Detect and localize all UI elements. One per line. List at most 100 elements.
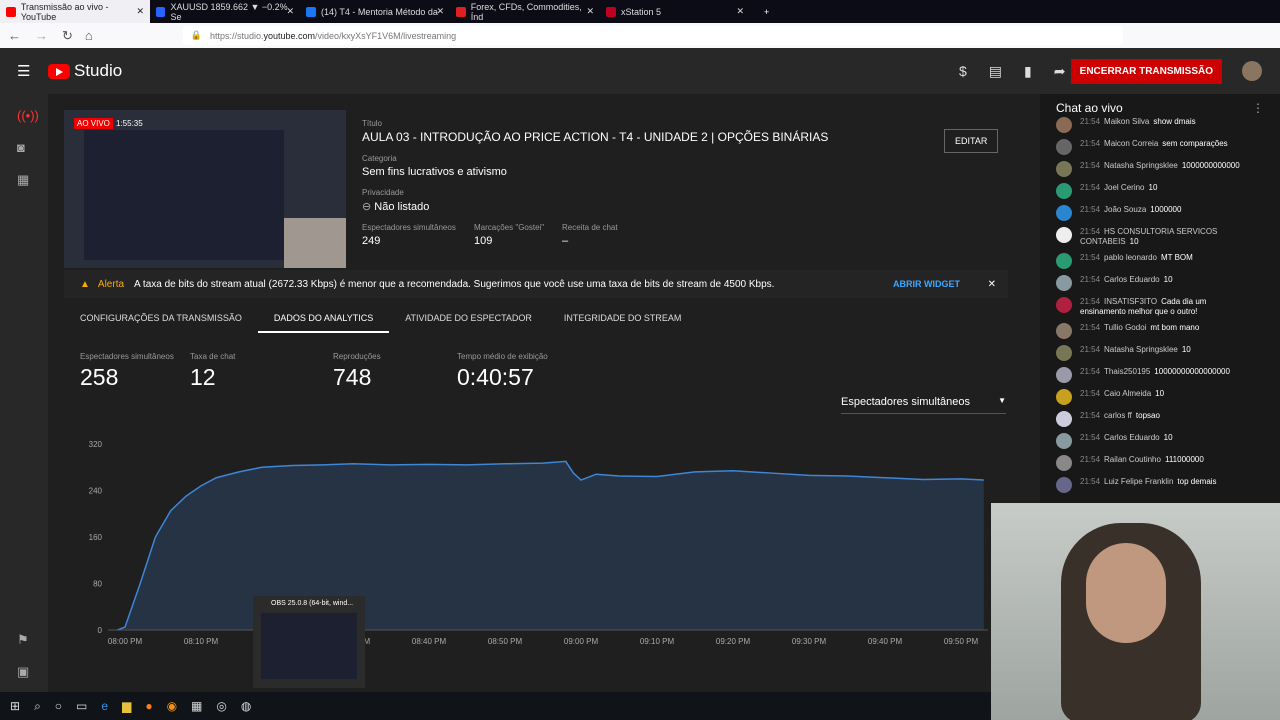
tab-analytics[interactable]: DADOS DO ANALYTICS (257, 306, 390, 333)
chat-author: Natasha Springsklee (1104, 345, 1178, 354)
webcam-overlay (991, 503, 1280, 720)
calendar-icon[interactable]: ▦ (17, 172, 29, 188)
monetization-icon[interactable]: $ (959, 63, 967, 80)
close-tab-icon[interactable]: ✕ (136, 6, 144, 17)
chat-author: Thais250195 (1104, 367, 1151, 376)
browser-tab[interactable]: xStation 5 ✕ (600, 0, 750, 23)
url-prefix: https://studio. (209, 30, 264, 41)
tab-viewer-activity[interactable]: ATIVIDADE DO ESPECTADOR (389, 306, 548, 333)
metric-dropdown[interactable]: Espectadores simultâneos ▼ (841, 396, 1006, 414)
chat-time: 21:54 (1080, 455, 1101, 464)
y-tick-label: 240 (89, 487, 103, 496)
bookmark-icon[interactable]: ▮ (1024, 63, 1032, 80)
address-bar-row: ← → ↻ ⌂ 🔒 https://studio.youtube.com/vid… (0, 23, 1280, 48)
favicon-icon (606, 6, 616, 17)
warning-icon: ▲ (80, 278, 90, 290)
windows-start-icon[interactable]: ⊞ (10, 699, 20, 713)
url-path: /video/kxyXsYF1V6M/livestreaming (315, 30, 457, 41)
stream-preview[interactable]: AO VIVO 1:55:35 (64, 110, 346, 268)
calculator-icon[interactable]: ▦ (191, 699, 202, 713)
avatar (1056, 477, 1072, 493)
lock-icon: 🔒 (190, 30, 202, 40)
end-stream-button[interactable]: ENCERRAR TRANSMISSÃO (1070, 58, 1222, 84)
chat-author: Natasha Springsklee (1104, 161, 1178, 170)
browser-tab[interactable]: Forex, CFDs, Commodities, Índ ✕ (450, 0, 600, 23)
cortana-icon[interactable]: ○ (55, 699, 62, 713)
chat-message: 21:54 Caio Almeida 10 (1040, 386, 1252, 408)
home-icon[interactable]: ⌂ (85, 28, 93, 43)
studio-logo[interactable]: Studio (48, 61, 122, 81)
search-icon[interactable]: ⌕ (34, 699, 41, 714)
forward-icon[interactable]: → (35, 28, 48, 43)
chat-time: 21:54 (1080, 183, 1101, 192)
metric-value: 258 (80, 364, 119, 390)
edge-icon[interactable]: e (101, 699, 108, 713)
favicon-icon (156, 6, 166, 17)
chat-text: 1000000000000 (1181, 161, 1240, 170)
x-tick-label: 09:20 PM (716, 637, 751, 646)
close-icon[interactable]: ✕ (988, 279, 996, 290)
url-input[interactable]: 🔒 https://studio.youtube.com/video/kxyXs… (182, 26, 1123, 45)
metric-label: Espectadores simultâneos (80, 352, 174, 361)
avatar (1056, 227, 1072, 243)
chat-message: 21:54 João Souza 1000000 (1040, 202, 1252, 224)
camera-icon[interactable]: ◙ (17, 140, 25, 155)
back-icon[interactable]: ← (8, 28, 21, 43)
tab-stream-health[interactable]: INTEGRIDADE DO STREAM (548, 306, 698, 333)
open-widget-link[interactable]: ABRIR WIDGET (893, 279, 960, 289)
revenue-label: Receita de chat (562, 223, 618, 232)
share-icon[interactable]: ➦ (1054, 63, 1066, 80)
metric-label: Tempo médio de exibição (457, 352, 548, 361)
y-tick-label: 320 (89, 440, 103, 449)
app-icon[interactable]: ◍ (241, 699, 251, 713)
reload-icon[interactable]: ↻ (62, 28, 73, 44)
chat-messages[interactable]: 21:54 Maikon Silva show dmais 21:54 Maicon C… (1040, 114, 1252, 499)
feedback-icon[interactable]: ⚑ (17, 632, 29, 648)
chat-author: Railan Coutinho (1104, 455, 1161, 464)
chat-message: 21:54 Carlos Eduardo 10 (1040, 430, 1252, 452)
chat-time: 21:54 (1080, 477, 1101, 486)
clapperboard-icon[interactable]: ▤ (989, 63, 1002, 80)
viewers-chart: 32024016080008:00 PM08:10 PM08:20 PM08:3… (89, 440, 988, 646)
main-content: AO VIVO 1:55:35 Título AULA 03 - INTRODU… (48, 94, 1040, 692)
more-icon[interactable]: ⋮ (1252, 101, 1264, 115)
folder-icon[interactable]: ▆ (122, 699, 131, 713)
avatar[interactable] (1242, 61, 1262, 81)
close-tab-icon[interactable]: ✕ (736, 6, 744, 17)
chat-time: 21:54 (1080, 367, 1101, 376)
live-badge: AO VIVO (74, 118, 113, 129)
task-view-icon[interactable]: ▭ (76, 699, 87, 713)
firefox-icon[interactable]: ● (145, 699, 152, 713)
chat-text: MT BOM (1160, 253, 1193, 262)
obs-icon[interactable]: ◎ (216, 699, 226, 713)
avatar (1056, 297, 1072, 313)
viewers-value: 249 (362, 235, 381, 247)
tab-title: xStation 5 (621, 6, 662, 17)
chat-message: 21:54 Thais250195 10000000000000000 (1040, 364, 1252, 386)
live-icon[interactable]: ((•)) (17, 108, 39, 123)
browser-tab[interactable]: (14) T4 - Mentoria Método da ✕ (300, 0, 450, 23)
x-tick-label: 09:00 PM (564, 637, 599, 646)
caret-down-icon: ▼ (998, 396, 1006, 405)
browser-tab[interactable]: Transmissão ao vivo - YouTube ✕ (0, 0, 150, 23)
close-tab-icon[interactable]: ✕ (436, 6, 444, 17)
close-tab-icon[interactable]: ✕ (286, 6, 294, 17)
youtube-logo-icon (48, 63, 70, 79)
avatar (1056, 345, 1072, 361)
stream-info: Título AULA 03 - INTRODUÇÃO AO PRICE ACT… (362, 119, 828, 247)
taskbar-preview-popup[interactable]: OBS 25.0.8 (64-bit, wind... (253, 596, 365, 688)
x-tick-label: 09:40 PM (868, 637, 903, 646)
chat-message: 21:54 Natasha Springsklee 1000000000000 (1040, 158, 1252, 180)
browser-tab[interactable]: XAUUSD 1859.662 ▼ −0.2% Se ✕ (150, 0, 300, 23)
edit-button[interactable]: EDITAR (944, 129, 999, 153)
menu-icon[interactable]: ☰ (17, 62, 30, 80)
avatar (1056, 433, 1072, 449)
app-icon[interactable]: ◉ (167, 699, 177, 713)
new-tab-icon[interactable]: + (764, 7, 769, 17)
close-tab-icon[interactable]: ✕ (586, 6, 594, 17)
chat-message: 21:54 Luiz Felipe Franklin top demais (1040, 474, 1252, 496)
x-tick-label: 09:10 PM (640, 637, 675, 646)
chat-time: 21:54 (1080, 323, 1101, 332)
comment-icon[interactable]: ▣ (17, 664, 29, 680)
tab-settings[interactable]: CONFIGURAÇÕES DA TRANSMISSÃO (64, 306, 258, 333)
